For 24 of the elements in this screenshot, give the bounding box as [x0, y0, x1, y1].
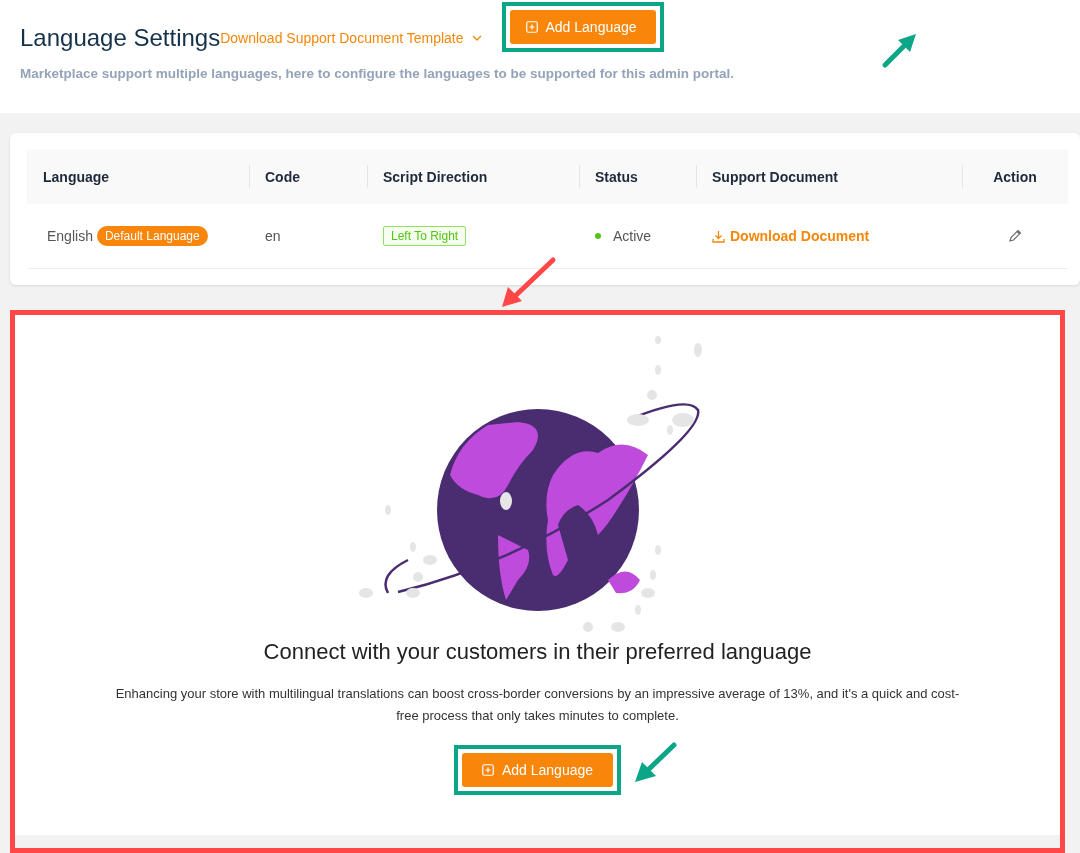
column-header: Code — [249, 149, 367, 204]
arrow-icon — [632, 740, 680, 785]
template-link[interactable]: Download Support Document Template — [220, 30, 464, 46]
empty-state-text: Enhancing your store with multilingual translations can boost cross-border conversions by an impressive average of 13%, and it's a quick and cost-free process that only takes minutes to complete. — [114, 685, 961, 725]
direction-tag: Left To Right — [383, 226, 467, 246]
column-header: Status — [579, 149, 696, 204]
status-text: Active — [613, 228, 652, 244]
add-icon — [481, 764, 494, 776]
column-header: Action — [962, 149, 1068, 204]
add-language-button[interactable]: Add Language — [509, 10, 656, 44]
column-header: Language — [27, 149, 249, 204]
default-badge: Default Language — [96, 226, 208, 246]
page-subtitle: Marketplace support multiple languages, here to configure the languages to be supported for this admin portal. — [20, 66, 736, 81]
column-header: Support Document — [696, 149, 962, 204]
download-link[interactable]: Download Document — [712, 228, 870, 244]
add-icon — [525, 21, 538, 33]
edit-icon[interactable] — [1008, 229, 1022, 243]
table-cell: English — [47, 228, 93, 244]
table-cell: en — [265, 228, 281, 244]
page-title: Language Settings — [20, 24, 221, 52]
add-language-button[interactable]: Add Language — [462, 753, 613, 787]
column-header: Script Direction — [367, 149, 579, 204]
download-icon — [712, 229, 725, 243]
empty-state-heading: Connect with your customers in their preferred language — [263, 639, 812, 665]
